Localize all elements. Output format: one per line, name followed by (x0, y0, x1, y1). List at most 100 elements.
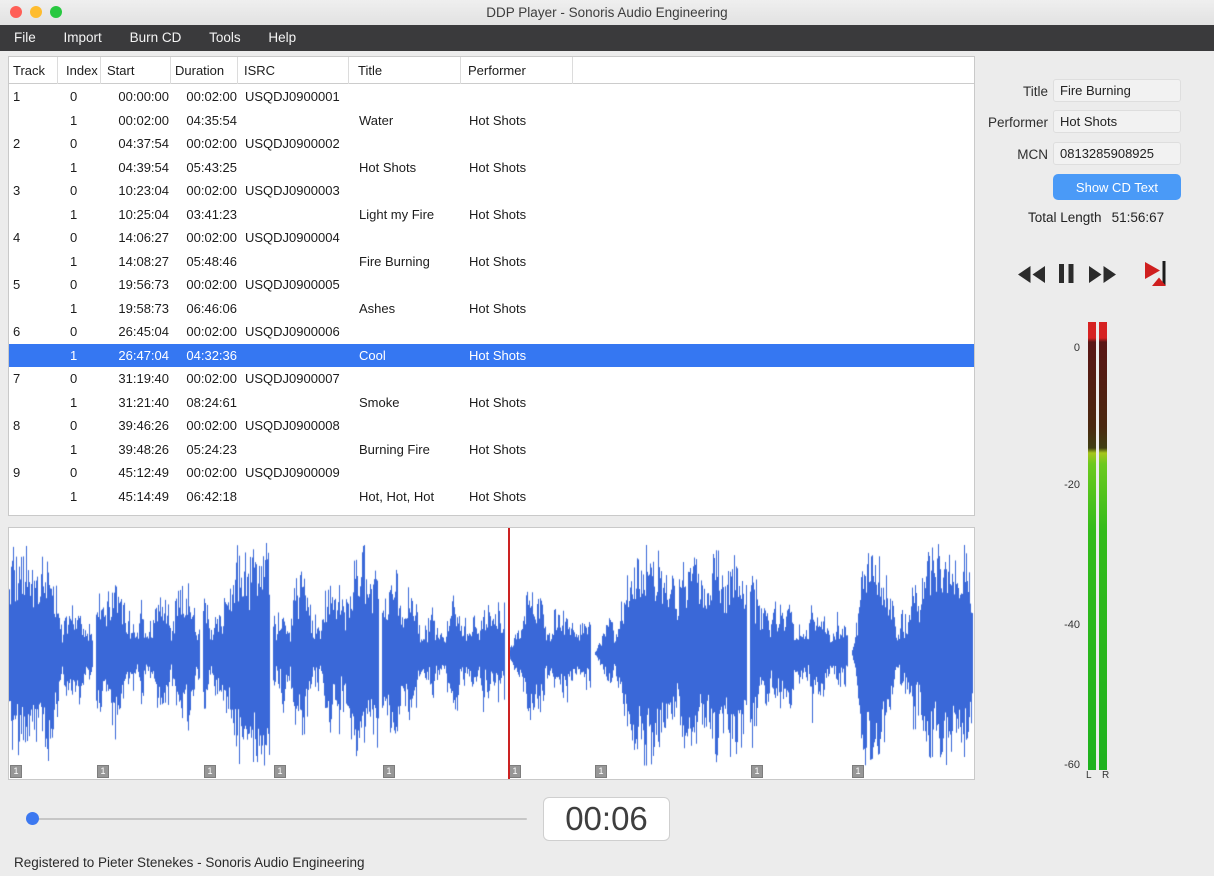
table-cell (349, 226, 461, 250)
play-to-marker-icon (1143, 261, 1173, 291)
column-header-track[interactable]: Track (9, 57, 58, 84)
table-cell (461, 226, 591, 250)
table-cell (349, 179, 461, 203)
table-row[interactable]: 1 04:39:54 05:43:25 Hot Shots Hot Shots (9, 156, 974, 180)
index-marker-tag: 1 (274, 765, 286, 778)
table-cell: 04:35:54 (186, 112, 237, 128)
table-cell: Hot, Hot, Hot (359, 488, 435, 504)
menu-import[interactable]: Import (64, 25, 102, 51)
table-row[interactable]: 1 19:58:73 06:46:06 Ashes Hot Shots (9, 297, 974, 321)
table-cell (238, 391, 349, 415)
play-to-marker-button[interactable] (1143, 260, 1173, 291)
table-cell: 08:24:61 (186, 394, 237, 410)
menu-tools[interactable]: Tools (209, 25, 241, 51)
meter-channel-labels: L R (1086, 770, 1114, 781)
table-cell: 26:45:04 (118, 324, 169, 339)
menu-help[interactable]: Help (268, 25, 296, 51)
table-cell (9, 344, 58, 368)
slider-thumb[interactable] (26, 812, 39, 825)
table-row[interactable]: 1 10:25:04 03:41:23 Light my Fire Hot Shots (9, 203, 974, 227)
table-cell: 1 (70, 253, 78, 269)
table-cell (461, 367, 591, 391)
table-cell: 9 (13, 465, 21, 480)
meter-scale-minus60: -60 (1064, 759, 1080, 771)
table-row[interactable]: 1 26:47:04 04:32:36 Cool Hot Shots (9, 343, 974, 368)
table-row[interactable]: 1 45:14:49 06:42:18 Hot, Hot, Hot Hot Shots (9, 485, 974, 509)
rewind-button[interactable] (1018, 266, 1045, 286)
pause-icon (1059, 264, 1074, 286)
titlebar: DDP Player - Sonoris Audio Engineering (0, 0, 1214, 25)
table-row[interactable]: 1 31:21:40 08:24:61 Smoke Hot Shots (9, 391, 974, 415)
table-body: 1 0 00:00:00 00:02:00 USQDJ0900001 1 00:02:00 0… (9, 85, 974, 508)
table-cell (238, 109, 349, 133)
waveform-canvas[interactable] (9, 528, 974, 779)
table-cell: Hot Shots (469, 441, 527, 457)
table-row[interactable]: 6 0 26:45:04 00:02:00 USQDJ0900006 (9, 320, 974, 344)
table-row[interactable]: 9 0 45:12:49 00:02:00 USQDJ0900009 (9, 461, 974, 485)
table-row[interactable]: 3 0 10:23:04 00:02:00 USQDJ0900003 (9, 179, 974, 203)
table-cell: 14:08:27 (118, 253, 169, 269)
show-cd-text-button[interactable]: Show CD Text (1053, 174, 1181, 200)
table-cell: 14:06:27 (118, 230, 169, 245)
table-cell: 1 (70, 441, 78, 457)
table-cell: USQDJ0900007 (245, 371, 340, 386)
table-row[interactable]: 2 0 04:37:54 00:02:00 USQDJ0900002 (9, 132, 974, 156)
playhead-cursor[interactable] (508, 528, 510, 779)
title-field[interactable] (1053, 79, 1181, 102)
column-header-performer[interactable]: Performer (461, 57, 573, 84)
position-slider[interactable] (25, 808, 530, 832)
table-row[interactable]: 8 0 39:46:26 00:02:00 USQDJ0900008 (9, 414, 974, 438)
pause-button[interactable] (1059, 264, 1074, 286)
table-cell: USQDJ0900006 (245, 324, 340, 339)
table-cell (238, 344, 349, 368)
table-cell (349, 273, 461, 297)
table-cell: 00:02:00 (186, 371, 237, 386)
table-cell (9, 438, 58, 462)
fast-forward-button[interactable] (1089, 266, 1116, 286)
table-cell: 1 (70, 159, 78, 175)
registration-text: Registered to Pieter Stenekes - Sonoris … (14, 855, 365, 870)
table-cell (238, 297, 349, 321)
table-row[interactable]: 1 39:48:26 05:24:23 Burning Fire Hot Shots (9, 438, 974, 462)
column-header-duration[interactable]: Duration (171, 57, 238, 84)
column-header-index[interactable]: Index (58, 57, 101, 84)
table-cell: Hot Shots (469, 253, 527, 269)
table-row[interactable]: 7 0 31:19:40 00:02:00 USQDJ0900007 (9, 367, 974, 391)
column-header-start[interactable]: Start (101, 57, 171, 84)
table-row[interactable]: 5 0 19:56:73 00:02:00 USQDJ0900005 (9, 273, 974, 297)
table-cell: Ashes (359, 300, 396, 316)
table-cell (9, 109, 58, 133)
table-row[interactable]: 4 0 14:06:27 00:02:00 USQDJ0900004 (9, 226, 974, 250)
total-length-label: Total Length (1028, 210, 1102, 225)
menu-file[interactable]: File (14, 25, 36, 51)
slider-track[interactable] (29, 818, 527, 820)
table-cell: 04:37:54 (118, 136, 169, 151)
table-cell (461, 320, 591, 344)
table-cell: 0 (70, 277, 78, 292)
table-cell: 06:42:18 (186, 488, 237, 504)
table-cell: Hot Shots (469, 112, 527, 128)
table-row[interactable]: 1 14:08:27 05:48:46 Fire Burning Hot Shots (9, 250, 974, 274)
table-cell: USQDJ0900008 (245, 418, 340, 433)
table-cell (9, 156, 58, 180)
table-cell: 2 (13, 136, 21, 151)
table-cell: 31:19:40 (118, 371, 169, 386)
table-cell (349, 461, 461, 485)
table-cell: Hot Shots (469, 206, 527, 222)
column-header-isrc[interactable]: ISRC (238, 57, 349, 84)
table-row[interactable]: 1 0 00:00:00 00:02:00 USQDJ0900001 (9, 85, 974, 109)
performer-field[interactable] (1053, 110, 1181, 133)
meter-scale-0: 0 (1073, 342, 1080, 354)
menu-burn-cd[interactable]: Burn CD (130, 25, 182, 51)
mcn-field[interactable] (1053, 142, 1181, 165)
meter-scale-minus20: -20 (1064, 479, 1080, 491)
table-cell: 19:56:73 (118, 277, 169, 292)
column-header-title[interactable]: Title (349, 57, 461, 84)
app-window: DDP Player - Sonoris Audio Engineering F… (0, 0, 1214, 876)
waveform-display[interactable]: 1 1 1 1 1 1 1 1 1 (8, 527, 975, 780)
table-cell: USQDJ0900002 (245, 136, 340, 151)
table-row[interactable]: 1 00:02:00 04:35:54 Water Hot Shots (9, 109, 974, 133)
mcn-field-label: MCN (1017, 147, 1048, 162)
table-cell: Hot Shots (359, 159, 417, 175)
table-cell: 45:12:49 (118, 465, 169, 480)
